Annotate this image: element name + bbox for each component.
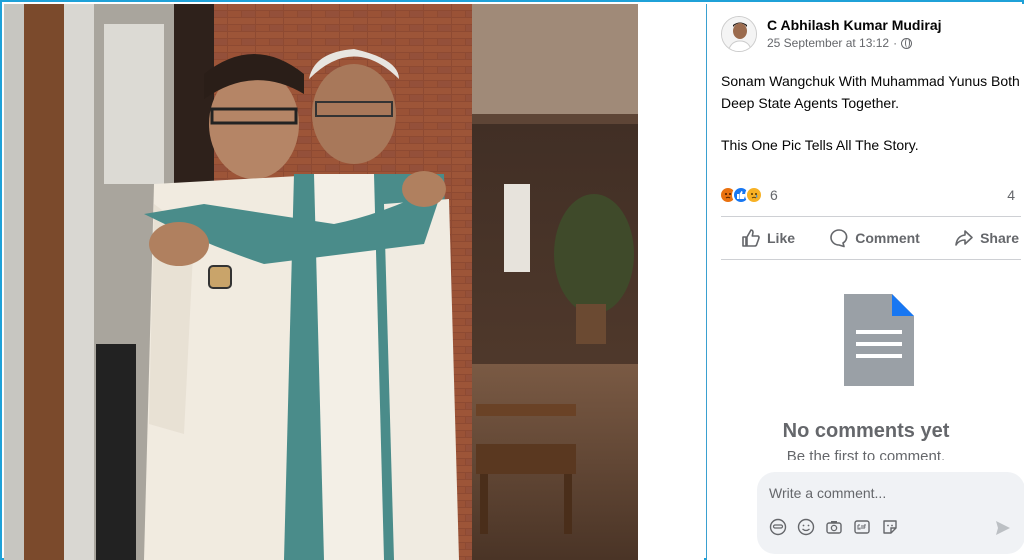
post-text-line: Deep State Agents Together. — [721, 95, 899, 111]
comment-label: Comment — [855, 230, 920, 246]
empty-comments: No comments yet Be the first to comment. — [707, 290, 1024, 460]
empty-comments-subtitle: Be the first to comment. — [786, 448, 946, 460]
reaction-count[interactable]: 6 — [770, 187, 778, 203]
comment-composer — [757, 472, 1024, 554]
avatar[interactable] — [721, 16, 757, 52]
composer-tools — [769, 518, 899, 536]
like-outline-icon — [742, 229, 760, 247]
camera-icon[interactable] — [825, 518, 843, 536]
divider — [638, 4, 704, 560]
post-text: Sonam Wangchuk With Muhammad Yunus Both … — [721, 70, 1024, 156]
post-photo[interactable] — [4, 4, 638, 560]
post-meta: 25 September at 13:12 · — [767, 36, 942, 50]
send-icon[interactable] — [995, 520, 1011, 536]
share-label: Share — [980, 230, 1019, 246]
like-button[interactable]: Like — [741, 228, 795, 248]
comment-button[interactable]: Comment — [829, 228, 920, 248]
post-text-line: Sonam Wangchuk With Muhammad Yunus Both — [721, 73, 1020, 89]
share-icon — [955, 230, 973, 246]
post-panel: C Abhilash Kumar Mudiraj 25 September at… — [706, 4, 1024, 560]
author-name[interactable]: C Abhilash Kumar Mudiraj — [767, 16, 942, 34]
post-header: C Abhilash Kumar Mudiraj 25 September at… — [721, 16, 942, 62]
emoji-icon[interactable] — [797, 518, 815, 536]
post-actions: Like Comment Share — [721, 216, 1021, 260]
document-icon — [844, 294, 914, 386]
comment-count[interactable]: 4 — [1007, 187, 1015, 203]
comment-input[interactable] — [769, 482, 999, 504]
share-button[interactable]: Share — [954, 228, 1019, 248]
gif-icon[interactable] — [853, 518, 871, 536]
sad-icon — [745, 186, 763, 204]
post-viewer: C Abhilash Kumar Mudiraj 25 September at… — [0, 0, 1024, 560]
globe-icon — [901, 37, 913, 49]
post-text-line: This One Pic Tells All The Story. — [721, 137, 919, 153]
post-timestamp[interactable]: 25 September at 13:12 — [767, 36, 889, 50]
avatar-sticker-icon[interactable] — [769, 518, 787, 536]
empty-comments-title: No comments yet — [782, 420, 950, 442]
like-label: Like — [767, 230, 796, 246]
reactions-bar[interactable]: 6 4 — [719, 184, 1019, 206]
sticker-icon[interactable] — [881, 518, 899, 536]
comment-icon — [830, 229, 848, 248]
